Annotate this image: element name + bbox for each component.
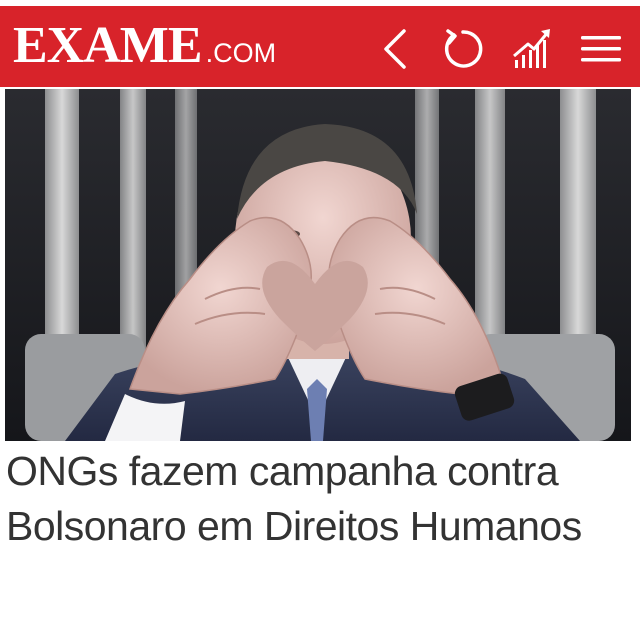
header-actions xyxy=(370,6,640,87)
back-icon xyxy=(384,29,406,69)
refresh-icon xyxy=(444,29,483,68)
menu-icon xyxy=(581,36,621,62)
top-bar: EXAME .COM xyxy=(0,6,640,87)
article-headline[interactable]: ONGs fazem campanha contra Bolsonaro em … xyxy=(6,444,632,554)
article-photo[interactable] xyxy=(5,89,631,441)
signal-chart-icon xyxy=(513,29,550,68)
back-button[interactable] xyxy=(370,24,420,74)
refresh-button[interactable] xyxy=(438,24,488,74)
logo-wordmark: EXAME xyxy=(13,17,203,74)
site-logo[interactable]: EXAME .COM xyxy=(13,14,276,85)
markets-button[interactable] xyxy=(508,24,558,74)
photo-heart-hands xyxy=(5,89,631,441)
logo-suffix: .COM xyxy=(205,38,277,68)
menu-button[interactable] xyxy=(576,24,626,74)
